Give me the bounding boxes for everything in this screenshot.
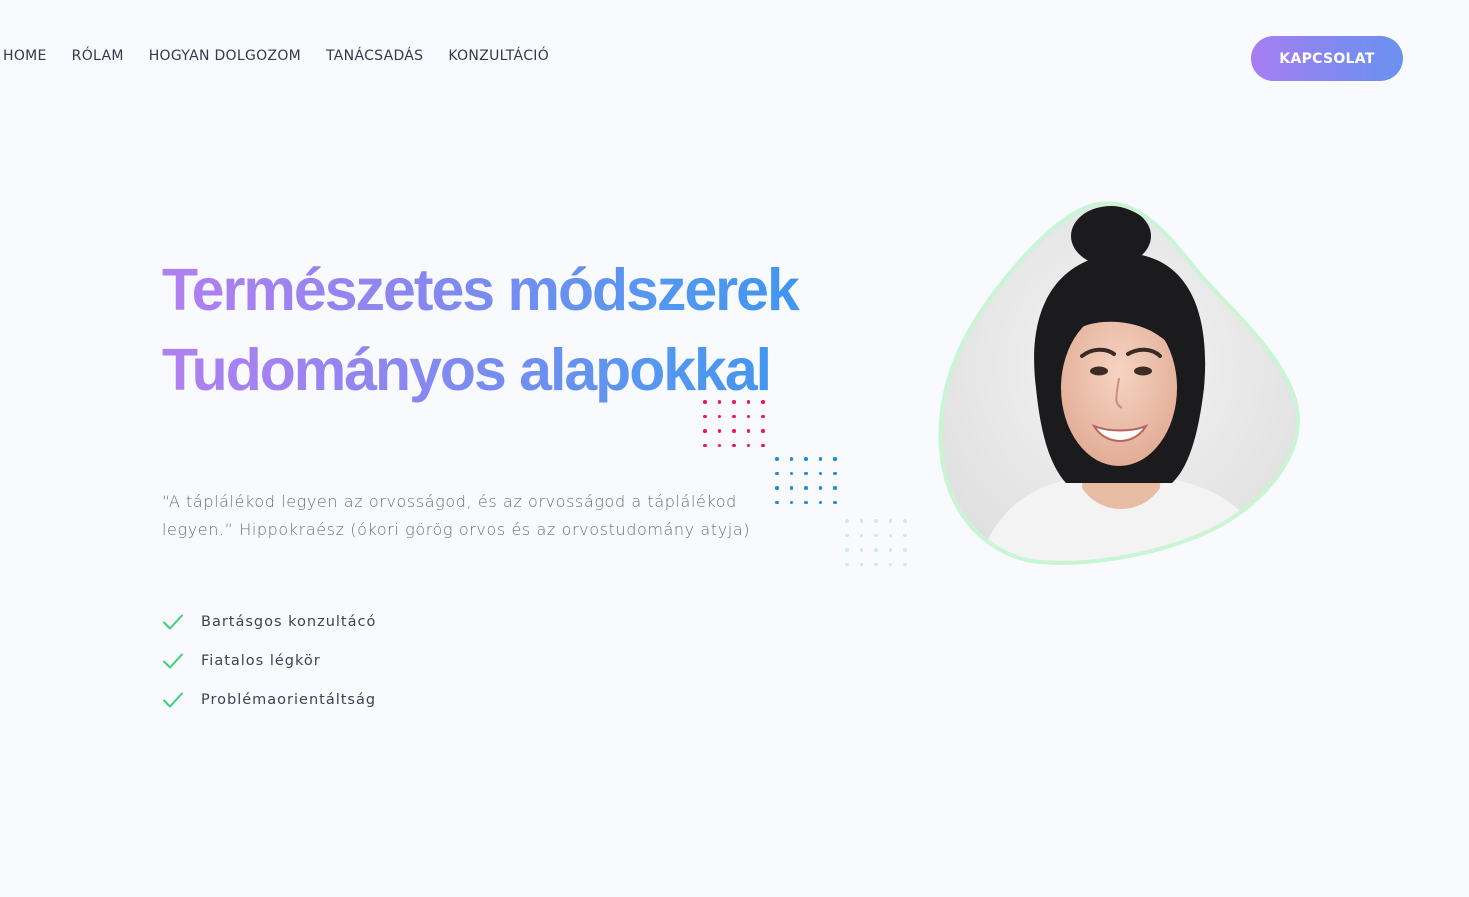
feature-item: Bartásgos konzultácó bbox=[162, 602, 376, 641]
dot bbox=[804, 471, 808, 475]
dot bbox=[888, 519, 892, 523]
dot bbox=[775, 500, 779, 504]
dot bbox=[845, 548, 849, 552]
dot bbox=[789, 500, 793, 504]
dot bbox=[789, 471, 793, 475]
dot bbox=[833, 486, 837, 490]
hero-quote-line-1: “A táplálékod legyen az orvosságod, és a… bbox=[162, 492, 737, 511]
dot bbox=[789, 457, 793, 461]
dot bbox=[804, 486, 808, 490]
nav-item-rolam[interactable]: RÓLAM bbox=[72, 48, 124, 64]
dot bbox=[888, 548, 892, 552]
nav-item-tanacsadas[interactable]: TANÁCSADÁS bbox=[326, 48, 423, 64]
feature-label: Problémaorientáltság bbox=[201, 691, 377, 708]
hero-quote-line-2: legyen.” Hippokraész (ókori görög orvos … bbox=[162, 520, 751, 539]
dot bbox=[903, 562, 907, 566]
feature-label: Fiatalos légkör bbox=[201, 652, 321, 669]
dot bbox=[746, 429, 750, 433]
dot bbox=[833, 471, 837, 475]
dot bbox=[732, 414, 736, 418]
dot bbox=[761, 400, 765, 404]
dot bbox=[845, 562, 849, 566]
page: HOME RÓLAM HOGYAN DOLGOZOM TANÁCSADÁS KO… bbox=[0, 0, 1469, 897]
dot bbox=[888, 562, 892, 566]
nav-item-konzultacio[interactable]: KONZULTÁCIÓ bbox=[448, 48, 549, 64]
dot bbox=[859, 562, 863, 566]
dot bbox=[746, 400, 750, 404]
decorative-dots-blue bbox=[775, 457, 848, 515]
dot bbox=[717, 414, 721, 418]
nav-item-hogyan-dolgozom[interactable]: HOGYAN DOLGOZOM bbox=[149, 48, 301, 64]
dot bbox=[703, 414, 707, 418]
dot bbox=[903, 533, 907, 537]
dot bbox=[761, 429, 765, 433]
dot bbox=[874, 533, 878, 537]
dot bbox=[717, 443, 721, 447]
dot bbox=[859, 548, 863, 552]
dot bbox=[804, 457, 808, 461]
hero-title-line-2: Tudományos alapokkal bbox=[162, 330, 922, 410]
feature-item: Fiatalos légkör bbox=[162, 641, 376, 680]
dot bbox=[703, 400, 707, 404]
dot bbox=[818, 471, 822, 475]
dot bbox=[903, 548, 907, 552]
dot bbox=[874, 562, 878, 566]
feature-label: Bartásgos konzultácó bbox=[201, 613, 377, 630]
check-icon bbox=[162, 689, 184, 711]
dot bbox=[874, 548, 878, 552]
hero-title: Természetes módszerek Tudományos alapokk… bbox=[162, 250, 922, 410]
hero-quote: “A táplálékod legyen az orvosságod, és a… bbox=[162, 488, 762, 544]
nav-item-home[interactable]: HOME bbox=[3, 48, 47, 64]
dot bbox=[761, 443, 765, 447]
portrait-photo bbox=[940, 203, 1299, 563]
dot bbox=[703, 429, 707, 433]
dot bbox=[818, 500, 822, 504]
main-nav: HOME RÓLAM HOGYAN DOLGOZOM TANÁCSADÁS KO… bbox=[3, 48, 574, 64]
dot bbox=[845, 533, 849, 537]
dot bbox=[775, 486, 779, 490]
portrait-image bbox=[938, 201, 1301, 565]
dot bbox=[761, 414, 765, 418]
feature-item: Problémaorientáltság bbox=[162, 680, 376, 719]
dot bbox=[833, 457, 837, 461]
dot bbox=[775, 471, 779, 475]
check-icon bbox=[162, 650, 184, 672]
contact-button[interactable]: KAPCSOLAT bbox=[1251, 36, 1403, 81]
dot bbox=[717, 400, 721, 404]
dot bbox=[818, 486, 822, 490]
dot bbox=[746, 414, 750, 418]
dot bbox=[888, 533, 892, 537]
decorative-dots-pink bbox=[703, 400, 776, 458]
check-icon bbox=[162, 611, 184, 633]
dot bbox=[859, 519, 863, 523]
dot bbox=[703, 443, 707, 447]
dot bbox=[746, 443, 750, 447]
dot bbox=[903, 519, 907, 523]
decorative-dots-green bbox=[845, 519, 918, 577]
dot bbox=[859, 533, 863, 537]
feature-list: Bartásgos konzultácó Fiatalos légkör Pro… bbox=[162, 602, 376, 719]
dot bbox=[804, 500, 808, 504]
dot bbox=[732, 443, 736, 447]
dot bbox=[833, 500, 837, 504]
dot bbox=[732, 400, 736, 404]
dot bbox=[845, 519, 849, 523]
dot bbox=[732, 429, 736, 433]
dot bbox=[789, 486, 793, 490]
dot bbox=[717, 429, 721, 433]
dot bbox=[775, 457, 779, 461]
dot bbox=[818, 457, 822, 461]
hero-title-line-1: Természetes módszerek bbox=[162, 250, 922, 330]
dot bbox=[874, 519, 878, 523]
